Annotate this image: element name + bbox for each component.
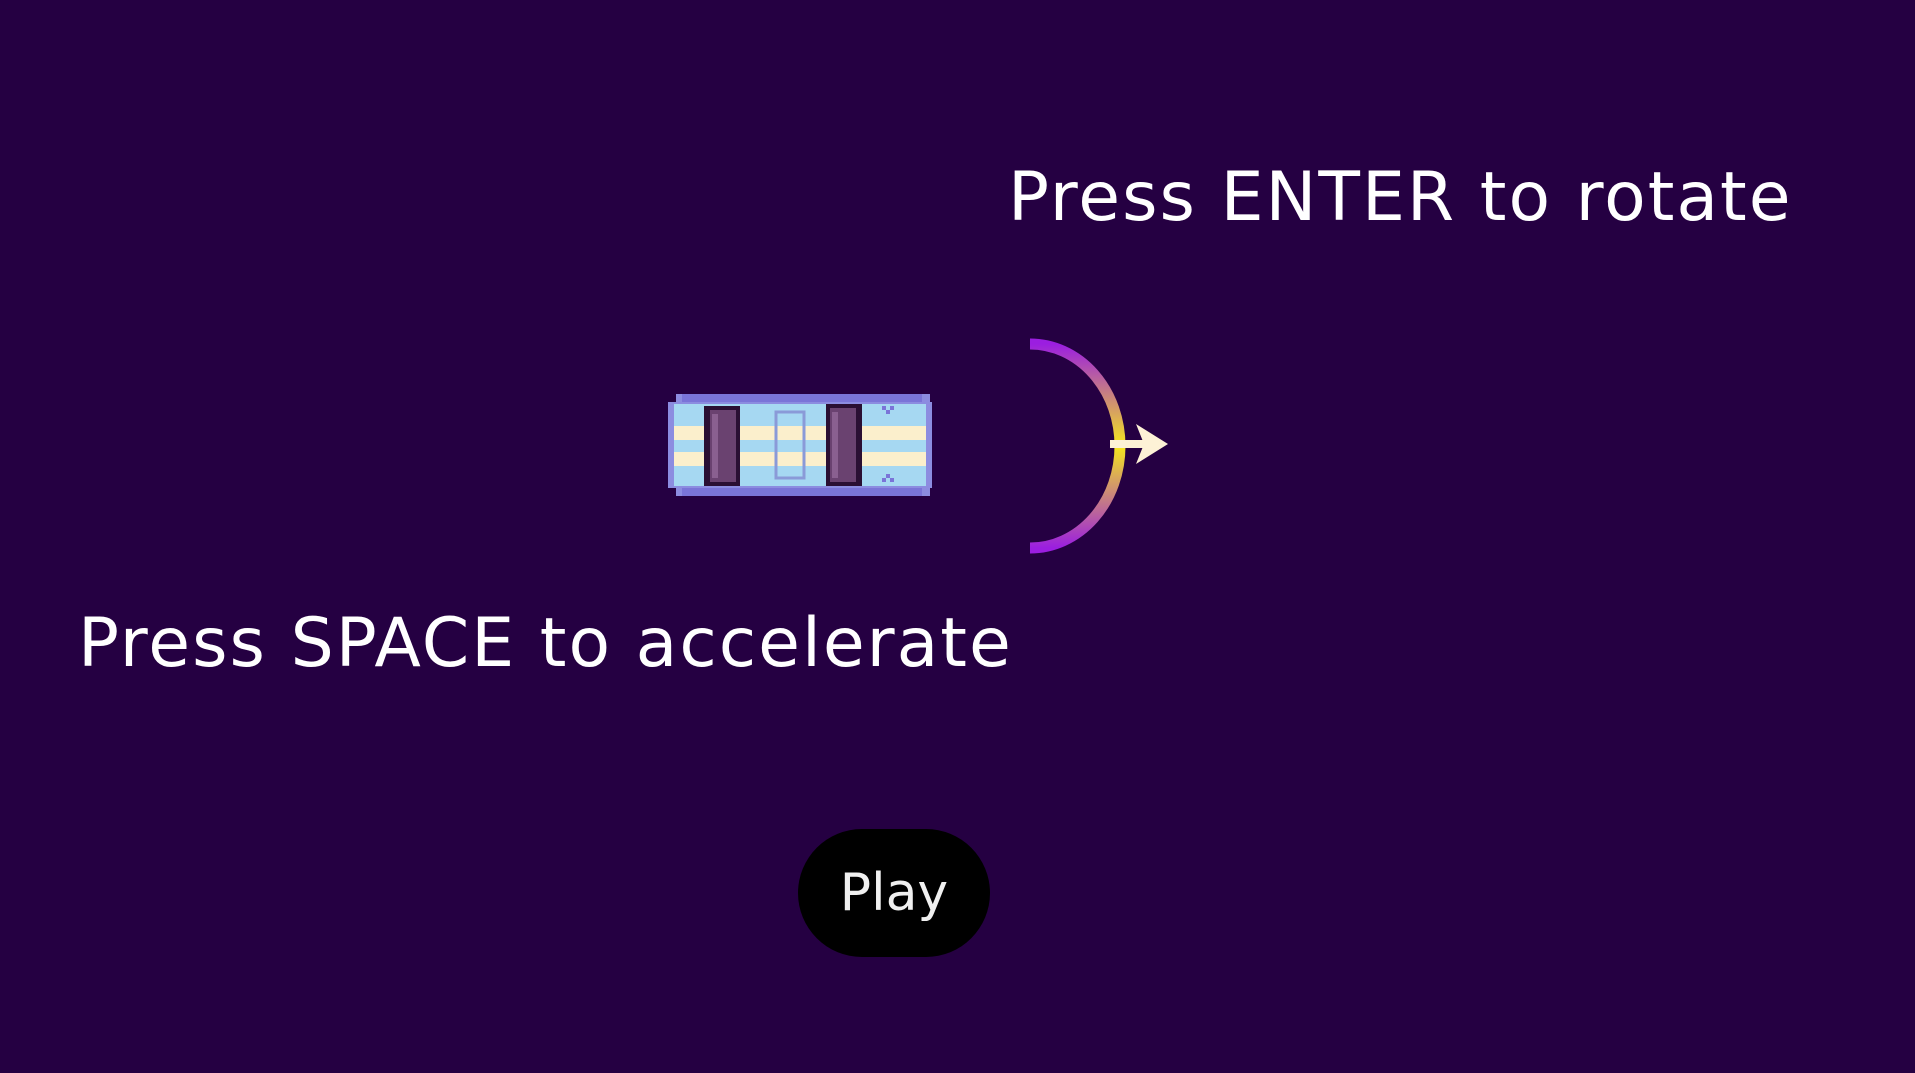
- rotate-instruction-text: Press ENTER to rotate: [1008, 158, 1793, 237]
- accelerate-instruction-text: Press SPACE to accelerate: [78, 604, 1013, 683]
- rotation-arc-arrow-icon: [1029, 338, 1168, 554]
- game-title-screen: Press ENTER to rotate Press SPACE to acc…: [0, 0, 1915, 1073]
- play-button[interactable]: Play: [798, 829, 990, 957]
- car-sprite: [668, 394, 932, 496]
